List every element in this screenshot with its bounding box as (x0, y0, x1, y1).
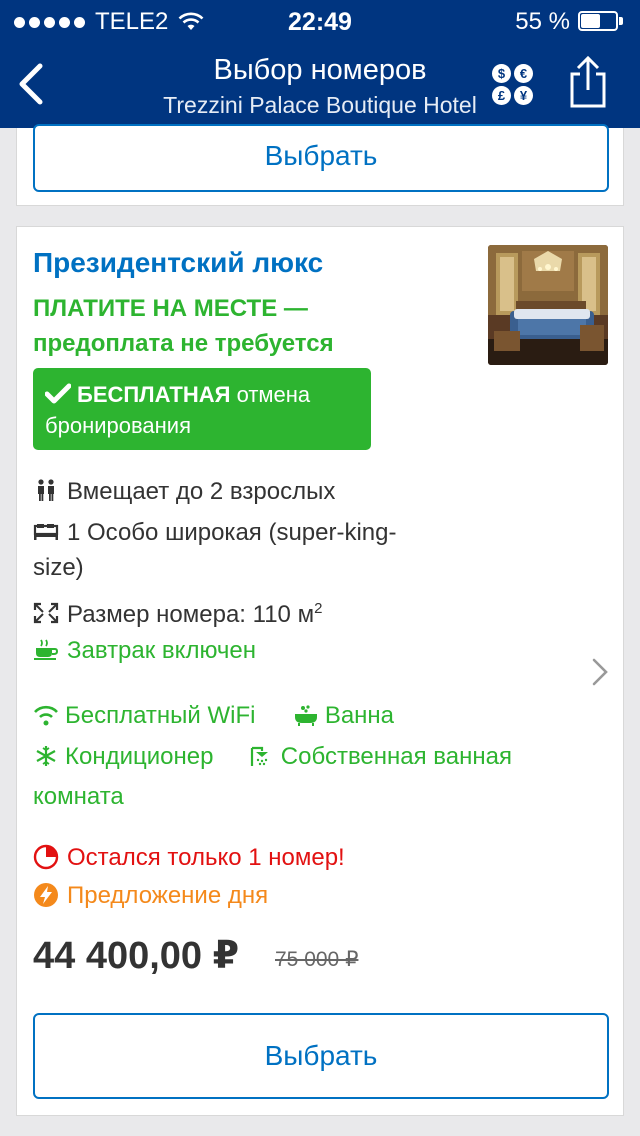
feature-capacity: Вмещает до 2 взрослых (33, 474, 335, 509)
pound-icon: £ (492, 86, 511, 105)
expand-icon (33, 602, 59, 624)
room-price: 44 400,00 ₽ (33, 935, 240, 977)
original-price: 75 000 ₽ (275, 948, 359, 971)
room-photo[interactable] (488, 245, 608, 365)
size-unit-superscript: 2 (314, 600, 323, 617)
feature-breakfast: Завтрак включен (33, 633, 256, 668)
status-bar: TELE2 22:49 55 % (0, 0, 640, 40)
previous-room-card: Выбрать (16, 124, 624, 206)
currency-button[interactable]: $ € £ ¥ (492, 64, 534, 106)
amenity-private-bathroom-line2: комната (33, 783, 124, 810)
room-name[interactable]: Президентский люкс (33, 247, 323, 279)
coffee-cup-icon (34, 639, 59, 660)
navigation-bar: Выбор номеров Trezzini Palace Boutique H… (0, 40, 640, 128)
feature-size: Размер номера: 110 м2 (33, 591, 322, 632)
bed-text-line2: size) (33, 554, 84, 581)
pie-clock-icon (33, 844, 59, 870)
shower-icon (250, 746, 268, 766)
pay-note-line1: ПЛАТИТЕ НА МЕСТЕ — (33, 295, 308, 322)
free-cancel-bold: БЕСПЛАТНАЯ (77, 382, 231, 407)
yen-icon: ¥ (514, 86, 533, 105)
battery-percent: 55 % (515, 8, 570, 35)
amenity-private-bathroom: Собственная ванная (280, 743, 512, 770)
select-room-button-previous[interactable]: Выбрать (33, 124, 609, 192)
deal-of-the-day: Предложение дня (33, 878, 268, 914)
euro-icon: € (514, 64, 533, 83)
pay-note-line2: предоплата не требуется (33, 330, 334, 357)
battery-icon (578, 11, 626, 33)
people-icon (38, 479, 54, 501)
checkmark-icon (45, 383, 71, 404)
free-cancellation-badge: БЕСПЛАТНАЯ отмена бронирования (33, 368, 371, 450)
feature-bed: 1 Особо широкая (super-king- size) (33, 515, 397, 585)
free-cancel-rest: отмена (230, 382, 311, 407)
breakfast-text: Завтрак включен (67, 637, 257, 664)
hotel-name-subtitle: Trezzini Palace Boutique Hotel (163, 92, 477, 118)
bathtub-icon (294, 705, 317, 726)
size-text: Размер номера: 110 м (67, 601, 315, 628)
deal-text: Предложение дня (67, 882, 269, 909)
status-right: 55 % (515, 8, 626, 36)
amenities-row-2: Кондиционер Собственная ванная комната (33, 737, 512, 817)
pay-at-property-note: ПЛАТИТЕ НА МЕСТЕ — предоплата не требует… (33, 291, 453, 361)
dollar-icon: $ (492, 64, 511, 83)
rooms-left-warning: Остался только 1 номер! (33, 840, 345, 876)
amenity-bath: Ванна (324, 702, 395, 729)
amenity-air-conditioning: Кондиционер (65, 743, 214, 770)
only-left-text: Остался только 1 номер! (67, 844, 345, 871)
bed-text-line1: 1 Особо широкая (super-king- (67, 519, 397, 546)
bed-icon (33, 524, 59, 540)
snowflake-icon (36, 746, 56, 766)
amenities-row-1: Бесплатный WiFi Ванна (33, 696, 394, 736)
wifi-icon (34, 705, 58, 726)
room-card-presidential-suite: Президентский люкс ПЛАТИТЕ НА МЕСТЕ — пр… (16, 226, 624, 1116)
share-button[interactable] (566, 54, 610, 110)
chevron-right-icon[interactable] (591, 657, 609, 687)
lightning-icon (34, 883, 58, 907)
capacity-text: Вмещает до 2 взрослых (67, 478, 336, 505)
free-cancel-line2: бронирования (45, 413, 192, 438)
page-title: Выбор номеров (213, 54, 427, 86)
amenity-wifi: Бесплатный WiFi (65, 702, 256, 729)
select-room-button[interactable]: Выбрать (33, 1013, 609, 1099)
